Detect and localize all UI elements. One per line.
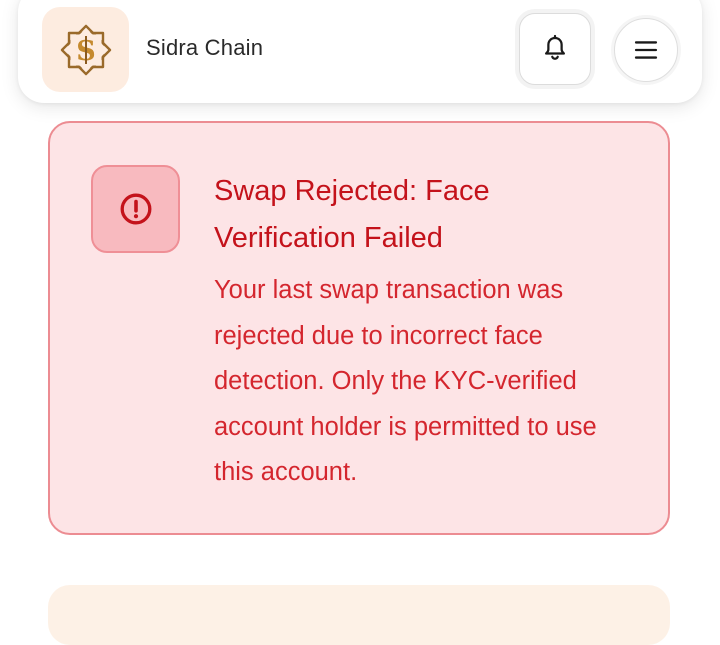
bell-icon <box>545 34 565 60</box>
alert-title: Swap Rejected: Face Verification Failed <box>214 175 490 254</box>
menu-button[interactable] <box>614 18 678 82</box>
notifications-button[interactable] <box>519 13 591 85</box>
app-header: S Sidra Chain <box>18 0 702 103</box>
app-name: Sidra Chain <box>146 35 264 60</box>
logo-graphic: S <box>60 24 111 75</box>
alert-icon-container <box>91 165 180 253</box>
exclamation-circle-icon <box>120 193 151 225</box>
swap-rejected-alert: Swap Rejected: Face Verification Failed … <box>48 121 670 535</box>
alert-message: Your last swap transaction was rejected … <box>214 276 597 486</box>
sidra-logo-icon[interactable]: S <box>42 7 129 92</box>
next-card <box>48 585 670 645</box>
hamburger-menu-icon <box>634 41 658 59</box>
